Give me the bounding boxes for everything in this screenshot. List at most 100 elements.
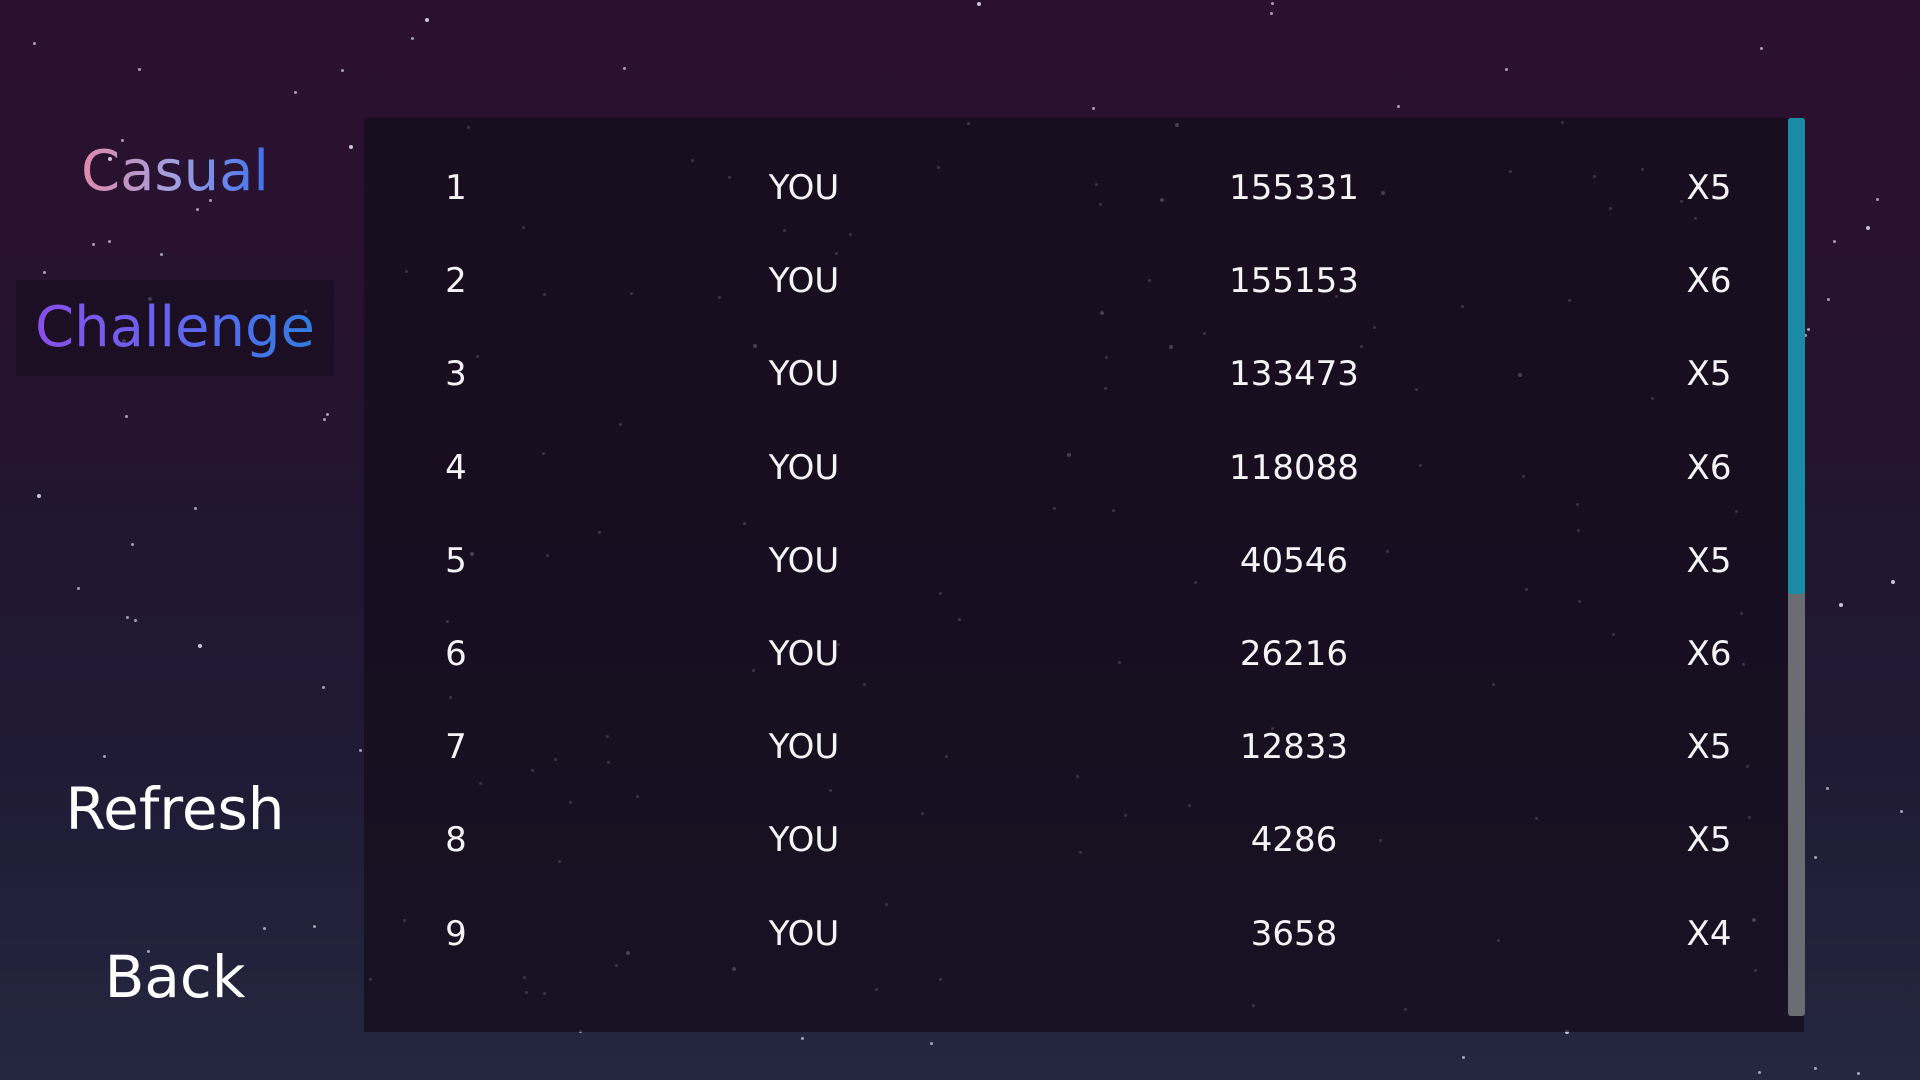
star-dot (323, 418, 326, 421)
star-dot (1876, 198, 1879, 201)
leaderboard-row: 8 YOU 4286 X5 (364, 794, 1784, 887)
star-dot (198, 644, 202, 648)
star-dot (138, 68, 141, 71)
star-dot (1900, 810, 1903, 813)
score-cell: 26216 (1239, 634, 1349, 674)
player-name-cell: YOU (768, 540, 840, 581)
scrollbar-thumb[interactable] (1788, 118, 1805, 594)
multiplier-cell: X6 (1686, 447, 1732, 488)
star-dot (1866, 226, 1870, 230)
rank-cell: 8 (445, 820, 467, 861)
star-dot (313, 925, 316, 928)
star-dot (1397, 105, 1400, 108)
score-cell: 12833 (1239, 727, 1349, 768)
star-dot (1827, 298, 1830, 301)
star-dot (77, 587, 80, 590)
leaderboard-row: 7 YOU 12833 X5 (364, 701, 1784, 794)
star-dot (263, 927, 266, 930)
rank-cell: 2 (445, 261, 467, 302)
score-cell: 118088 (1229, 447, 1359, 488)
star-dot (294, 91, 297, 94)
leaderboard-row: 1 YOU 155331 X5 (364, 142, 1784, 235)
star-dot (160, 253, 163, 256)
star-dot (1814, 1067, 1817, 1070)
score-cell: 155331 (1229, 168, 1359, 208)
leaderboard-row: 5 YOU 40546 X5 (364, 515, 1784, 608)
leaderboard-row: 9 YOU 3658 X4 (364, 888, 1784, 981)
star-dot (1814, 856, 1817, 859)
player-name-cell: YOU (768, 634, 840, 674)
multiplier-cell: X4 (1686, 913, 1732, 954)
back-button[interactable]: Back (16, 943, 334, 1011)
tab-challenge[interactable]: Challenge (16, 280, 334, 376)
star-dot (1270, 12, 1273, 15)
star-dot (37, 494, 41, 498)
multiplier-cell: X5 (1686, 727, 1732, 768)
star-dot (126, 616, 129, 619)
star-dot (359, 749, 362, 752)
rank-cell: 3 (445, 354, 467, 395)
leaderboard-row: 6 YOU 26216 X6 (364, 608, 1784, 701)
leaderboard-row: 2 YOU 155153 X6 (364, 235, 1784, 328)
star-dot (1807, 328, 1810, 331)
multiplier-cell: X5 (1686, 820, 1732, 861)
star-dot (1857, 1072, 1860, 1075)
multiplier-cell: X6 (1686, 634, 1732, 674)
multiplier-cell: X5 (1686, 168, 1732, 208)
star-dot (977, 2, 981, 6)
star-dot (1760, 47, 1763, 50)
star-dot (125, 415, 128, 418)
player-name-cell: YOU (768, 913, 840, 954)
star-dot (1092, 107, 1095, 110)
refresh-button[interactable]: Refresh (16, 775, 334, 843)
star-dot (341, 69, 344, 72)
score-cell: 40546 (1239, 540, 1349, 581)
star-dot (1758, 1071, 1761, 1074)
star-dot (131, 543, 134, 546)
star-dot (194, 507, 197, 510)
star-dot (411, 37, 414, 40)
multiplier-cell: X6 (1686, 261, 1732, 302)
star-dot (1505, 68, 1508, 71)
multiplier-cell: X5 (1686, 540, 1732, 581)
star-dot (1839, 603, 1843, 607)
star-dot (134, 619, 137, 622)
leaderboard-row: 3 YOU 133473 X5 (364, 328, 1784, 421)
star-dot (1891, 580, 1895, 584)
player-name-cell: YOU (768, 820, 840, 861)
star-dot (1271, 2, 1274, 5)
rank-cell: 4 (445, 447, 467, 488)
star-dot (33, 42, 36, 45)
star-dot (425, 18, 429, 22)
score-cell: 3658 (1250, 913, 1338, 954)
tab-challenge-label: Challenge (35, 295, 315, 360)
player-name-cell: YOU (768, 168, 840, 208)
star-dot (1833, 240, 1836, 243)
star-dot (801, 1037, 804, 1040)
score-cell: 155153 (1229, 261, 1359, 302)
tab-casual[interactable]: Casual (16, 124, 334, 220)
star-dot (103, 755, 106, 758)
player-name-cell: YOU (768, 261, 840, 302)
star-dot (1462, 1056, 1465, 1059)
rank-cell: 5 (445, 540, 467, 581)
star-dot (92, 243, 95, 246)
star-dot (623, 67, 626, 70)
score-cell: 133473 (1229, 354, 1359, 395)
player-name-cell: YOU (768, 354, 840, 395)
star-dot (322, 686, 325, 689)
rank-cell: 6 (445, 634, 467, 674)
multiplier-cell: X5 (1686, 354, 1732, 395)
tab-casual-label: Casual (81, 139, 269, 204)
star-dot (326, 413, 329, 416)
leaderboard-scrollbar[interactable] (1788, 118, 1805, 1016)
player-name-cell: YOU (768, 447, 840, 488)
star-dot (1826, 787, 1829, 790)
leaderboard-list: 1 YOU 155331 X5 2 YOU 155153 X6 3 YOU 133473 X5 4 YOU… (364, 118, 1804, 1032)
leaderboard-row: 4 YOU 118088 X6 (364, 422, 1784, 515)
rank-cell: 9 (445, 913, 467, 954)
rank-cell: 7 (445, 727, 467, 768)
player-name-cell: YOU (768, 727, 840, 768)
star-dot (930, 1042, 933, 1045)
star-dot (108, 240, 111, 243)
